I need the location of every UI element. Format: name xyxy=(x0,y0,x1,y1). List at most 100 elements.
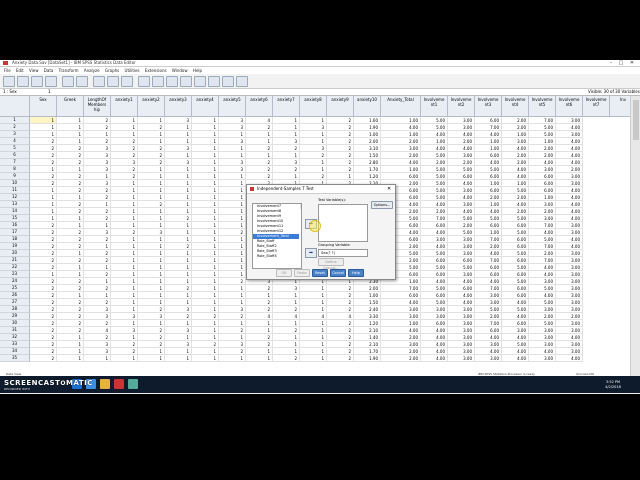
table-cell[interactable]: 1 xyxy=(192,201,219,208)
table-cell[interactable]: 2 xyxy=(165,243,192,250)
ok-button[interactable]: OK xyxy=(276,269,292,277)
table-cell[interactable]: 3.00 xyxy=(556,229,583,236)
table-cell[interactable]: 2 xyxy=(219,348,246,355)
table-cell[interactable]: 4.00 xyxy=(556,194,583,201)
table-cell[interactable]: 2 xyxy=(327,348,354,355)
table-cell[interactable]: 1 xyxy=(111,250,138,257)
table-cell[interactable]: 2 xyxy=(111,348,138,355)
table-cell[interactable]: 1 xyxy=(192,166,219,173)
table-cell[interactable]: 1.20 xyxy=(354,173,381,180)
table-cell[interactable]: 6.00 xyxy=(381,173,421,180)
table-cell[interactable]: 4.00 xyxy=(502,355,529,362)
table-cell[interactable]: 1 xyxy=(165,194,192,201)
table-cell[interactable]: 1 xyxy=(165,278,192,285)
table-cell[interactable]: 6.00 xyxy=(475,173,502,180)
table-cell[interactable]: 2 xyxy=(327,327,354,334)
table-cell[interactable]: 1 xyxy=(57,166,84,173)
table-cell[interactable]: 1 xyxy=(300,341,327,348)
table-cell[interactable]: 1 xyxy=(138,138,165,145)
table-cell[interactable]: 2.00 xyxy=(529,250,556,257)
table-cell[interactable]: 2 xyxy=(30,159,57,166)
table-cell[interactable]: 2 xyxy=(246,306,273,313)
table-cell[interactable]: 2 xyxy=(30,355,57,362)
table-cell[interactable]: 1 xyxy=(192,222,219,229)
table-cell[interactable]: 2 xyxy=(57,257,84,264)
table-cell[interactable]: 2.00 xyxy=(502,208,529,215)
table-cell[interactable]: 1 xyxy=(111,180,138,187)
table-cell[interactable]: 1 xyxy=(57,250,84,257)
table-cell[interactable]: 1 xyxy=(300,348,327,355)
table-cell[interactable]: 4.00 xyxy=(475,250,502,257)
table-cell[interactable]: 4.00 xyxy=(556,355,583,362)
table-cell[interactable]: 1 xyxy=(138,285,165,292)
table-cell[interactable]: 5.00 xyxy=(529,320,556,327)
table-cell[interactable]: 2.00 xyxy=(502,194,529,201)
table-cell[interactable]: 7.00 xyxy=(529,243,556,250)
menu-window[interactable]: Window xyxy=(172,67,188,74)
table-cell[interactable]: 1 xyxy=(273,334,300,341)
table-cell[interactable]: 3.00 xyxy=(529,278,556,285)
table-cell[interactable]: 2 xyxy=(57,243,84,250)
column-header-involvement4[interactable]: Involveme nt4 xyxy=(502,96,529,117)
table-cell[interactable]: 4.00 xyxy=(502,145,529,152)
column-header-involvement2[interactable]: Involveme nt2 xyxy=(448,96,475,117)
row-header[interactable]: 7 xyxy=(0,159,30,166)
table-cell[interactable]: 3.00 xyxy=(475,341,502,348)
table-cell[interactable]: 3.00 xyxy=(556,117,583,124)
chrome-icon[interactable] xyxy=(128,379,138,389)
table-cell[interactable]: 1 xyxy=(300,334,327,341)
table-cell[interactable]: 3.00 xyxy=(556,341,583,348)
table-cell[interactable]: 1.00 xyxy=(529,194,556,201)
table-cell[interactable]: 3.00 xyxy=(556,299,583,306)
table-cell[interactable]: 4.00 xyxy=(421,131,448,138)
table-cell[interactable]: 3.00 xyxy=(381,313,421,320)
help-button[interactable]: Help xyxy=(348,269,364,277)
table-cell[interactable]: 1 xyxy=(219,215,246,222)
table-cell[interactable]: 3.00 xyxy=(556,320,583,327)
table-cell[interactable]: 1 xyxy=(30,271,57,278)
table-cell[interactable]: 3.00 xyxy=(502,138,529,145)
column-header-involvement7[interactable]: Involveme nt7 xyxy=(583,96,610,117)
table-cell[interactable]: 1 xyxy=(111,124,138,131)
table-cell[interactable]: 3.00 xyxy=(448,250,475,257)
table-cell[interactable]: 4 xyxy=(327,313,354,320)
table-cell[interactable]: 4.00 xyxy=(502,201,529,208)
row-header[interactable]: 3 xyxy=(0,131,30,138)
table-cell[interactable]: 3.00 xyxy=(448,117,475,124)
table-cell[interactable]: 1 xyxy=(138,166,165,173)
table-cell[interactable]: 1 xyxy=(192,327,219,334)
table-cell[interactable]: 6.00 xyxy=(502,222,529,229)
table-cell[interactable]: 1.00 xyxy=(502,180,529,187)
table-cell[interactable]: 1 xyxy=(219,299,246,306)
table-cell[interactable]: 3 xyxy=(219,138,246,145)
table-cell[interactable]: 5.00 xyxy=(421,250,448,257)
table-cell[interactable]: 2 xyxy=(84,208,111,215)
value-labels-icon[interactable] xyxy=(222,76,234,87)
table-cell[interactable]: 2 xyxy=(327,341,354,348)
table-cell[interactable]: 2.00 xyxy=(448,138,475,145)
table-cell[interactable]: 4.00 xyxy=(381,299,421,306)
table-cell[interactable]: 1 xyxy=(57,292,84,299)
table-cell[interactable]: 3 xyxy=(273,159,300,166)
table-cell[interactable]: 1.00 xyxy=(475,145,502,152)
table-cell[interactable]: 2.10 xyxy=(354,327,381,334)
define-groups-button[interactable]: Define Groups... xyxy=(318,258,344,270)
table-cell[interactable]: 6.00 xyxy=(421,320,448,327)
table-cell[interactable]: 2 xyxy=(327,159,354,166)
table-cell[interactable]: 2 xyxy=(84,285,111,292)
table-cell[interactable]: 2.00 xyxy=(448,159,475,166)
row-header[interactable]: 16 xyxy=(0,222,30,229)
split-file-icon[interactable] xyxy=(180,76,192,87)
table-cell[interactable]: 4.00 xyxy=(556,334,583,341)
table-cell[interactable]: 1 xyxy=(57,334,84,341)
table-cell[interactable]: 1 xyxy=(57,222,84,229)
table-cell[interactable]: 2.00 xyxy=(475,243,502,250)
table-cell[interactable]: 2 xyxy=(111,341,138,348)
options-button[interactable]: Options... xyxy=(371,201,393,209)
row-header[interactable]: 21 xyxy=(0,257,30,264)
table-cell[interactable]: 1 xyxy=(219,145,246,152)
table-cell[interactable]: 7.00 xyxy=(475,257,502,264)
table-cell[interactable]: 3.00 xyxy=(556,180,583,187)
table-cell[interactable]: 2 xyxy=(273,355,300,362)
table-cell[interactable]: 5.00 xyxy=(502,341,529,348)
